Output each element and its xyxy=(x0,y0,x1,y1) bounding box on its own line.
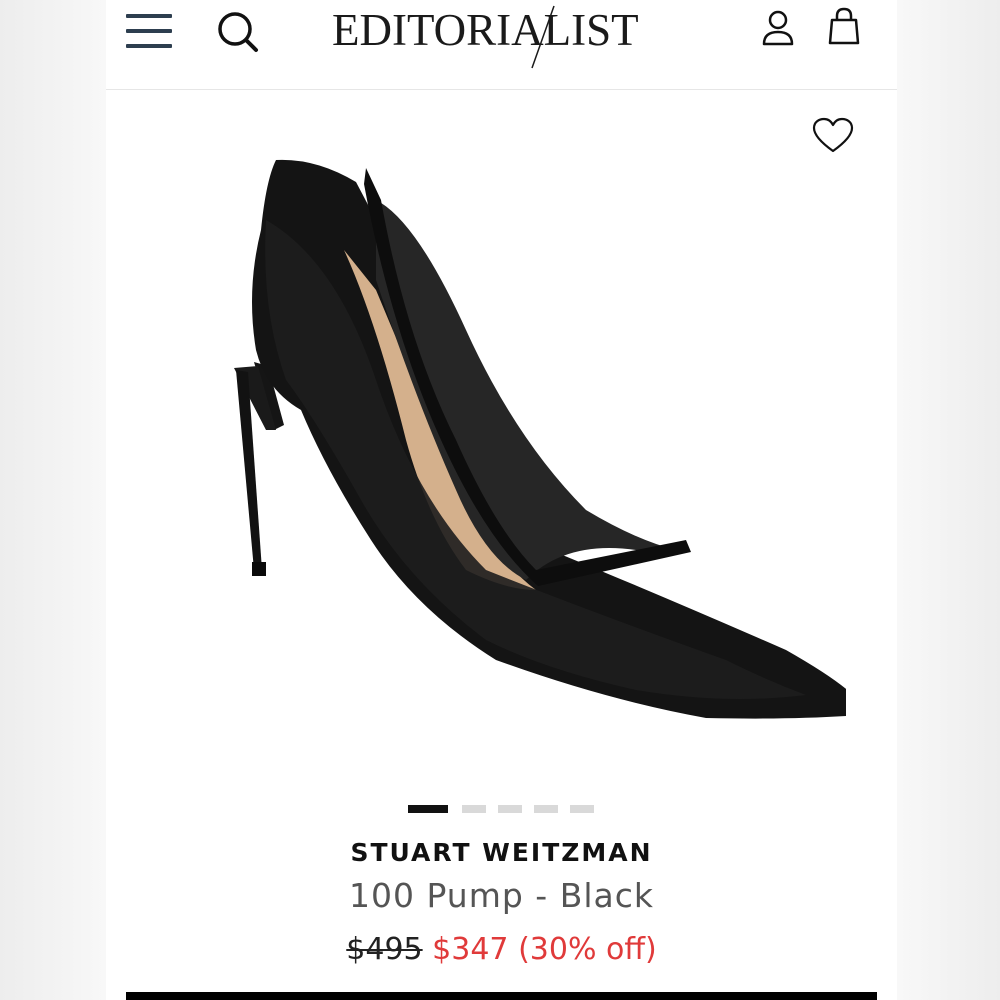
left-background xyxy=(0,0,106,1000)
price-row: $495 $347 (30% off) xyxy=(106,932,897,967)
carousel-dot[interactable] xyxy=(408,805,448,813)
sale-price: $347 xyxy=(432,932,509,967)
product-page: EDITORIALIST STUART WEITZMAN 100 Pump - … xyxy=(106,0,897,1000)
logo-slash-mark xyxy=(531,5,555,69)
search-icon[interactable] xyxy=(214,9,260,55)
shopping-bag-icon[interactable] xyxy=(826,6,862,48)
image-carousel-dots xyxy=(408,805,598,813)
site-header: EDITORIALIST xyxy=(106,0,897,90)
product-brand[interactable]: STUART WEITZMAN xyxy=(106,838,897,867)
original-price: $495 xyxy=(346,932,423,967)
product-name: 100 Pump - Black xyxy=(349,876,654,915)
add-to-bag-bar[interactable] xyxy=(126,992,877,1000)
product-image[interactable] xyxy=(166,140,863,780)
carousel-dot[interactable] xyxy=(462,805,486,813)
user-icon[interactable] xyxy=(760,8,796,48)
site-logo[interactable]: EDITORIALIST xyxy=(332,2,672,69)
carousel-dot[interactable] xyxy=(498,805,522,813)
carousel-dot[interactable] xyxy=(534,805,558,813)
hamburger-menu-icon[interactable] xyxy=(126,12,172,50)
carousel-dot[interactable] xyxy=(570,805,594,813)
right-background xyxy=(897,0,1000,1000)
discount-label: (30% off) xyxy=(518,932,657,967)
